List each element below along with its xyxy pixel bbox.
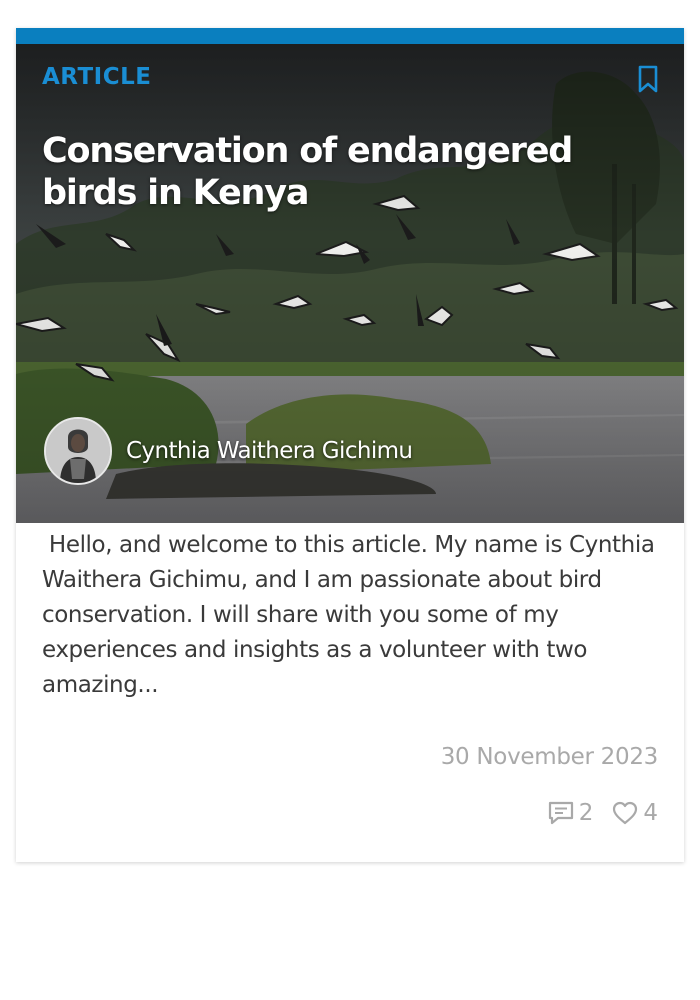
avatar	[44, 417, 112, 485]
likes-stat[interactable]: 4	[611, 800, 658, 826]
heart-icon	[613, 801, 638, 825]
hero-image[interactable]: ARTICLE Conservation of endangered birds…	[16, 44, 684, 523]
publish-date: 30 November 2023	[440, 744, 659, 770]
author-name[interactable]: Cynthia Waithera Gichimu	[126, 438, 413, 464]
comments-count: 2	[578, 800, 594, 826]
comments-stat[interactable]: 2	[547, 800, 594, 826]
category-label: ARTICLE	[42, 64, 152, 90]
engagement-stats: 2 4	[547, 800, 658, 826]
article-excerpt: Hello, and welcome to this article. My n…	[42, 532, 662, 698]
author-info[interactable]: Cynthia Waithera Gichimu	[44, 417, 413, 485]
card-accent-strip	[16, 28, 684, 44]
article-title[interactable]: Conservation of endangered birds in Keny…	[42, 130, 622, 214]
article-card[interactable]: ARTICLE Conservation of endangered birds…	[16, 28, 684, 862]
bookmark-icon[interactable]	[636, 64, 660, 94]
comment-icon	[548, 801, 573, 825]
likes-count: 4	[643, 800, 658, 826]
